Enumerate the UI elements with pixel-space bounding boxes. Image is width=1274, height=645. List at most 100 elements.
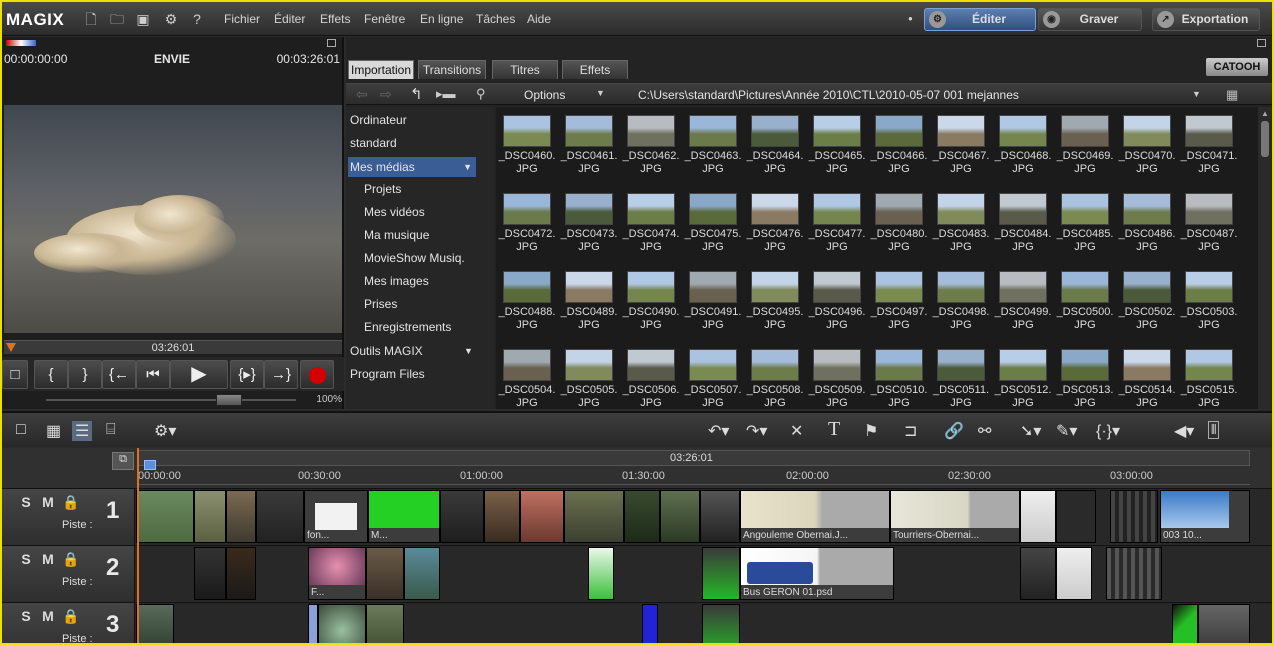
- timeline-clip[interactable]: [520, 490, 564, 543]
- media-thumbnail[interactable]: _DSC0484. JPG: [992, 185, 1054, 257]
- help-cursor-icon[interactable]: ?: [188, 10, 206, 28]
- menu-aide[interactable]: Aide: [527, 12, 551, 26]
- delete-icon[interactable]: ✕: [790, 421, 803, 441]
- timeline-clip[interactable]: Angouleme Obernai.J...: [740, 490, 890, 543]
- timeline-clip[interactable]: [136, 604, 174, 643]
- timeline-clip[interactable]: [1198, 604, 1250, 643]
- nav-prises[interactable]: Prises: [364, 294, 397, 314]
- menu-en-ligne[interactable]: En ligne: [420, 12, 463, 26]
- media-thumbnail[interactable]: _DSC0477. JPG: [806, 185, 868, 257]
- timeline-ruler[interactable]: ⧉ 03:26:01 00:00:00 00:30:00 01:00:00 01…: [2, 448, 1272, 488]
- mute-button[interactable]: M: [40, 608, 56, 624]
- export-mode-button[interactable]: ↗ Exportation: [1152, 8, 1260, 31]
- settings-gear-icon[interactable]: ⚙: [162, 10, 180, 28]
- timeline-clip[interactable]: [194, 490, 226, 543]
- timeline-clip[interactable]: [226, 490, 256, 543]
- monitor-mode-icon[interactable]: [6, 40, 36, 46]
- media-thumbnail[interactable]: _DSC0490. JPG: [620, 263, 682, 335]
- tab-titres[interactable]: Titres: [492, 60, 558, 79]
- lock-icon[interactable]: 🔒: [62, 608, 79, 624]
- single-view-icon[interactable]: □: [16, 421, 26, 439]
- media-thumbnail[interactable]: _DSC0487. JPG: [1178, 185, 1240, 257]
- undo-icon[interactable]: ↶▾: [708, 421, 729, 441]
- timeline-clip[interactable]: [318, 604, 366, 643]
- media-thumbnail[interactable]: _DSC0483. JPG: [930, 185, 992, 257]
- menu-editer[interactable]: Éditer: [274, 12, 305, 26]
- previous-button[interactable]: ⏮: [136, 360, 170, 389]
- new-file-icon[interactable]: 🗋: [82, 10, 100, 28]
- folder-nav-icon[interactable]: ▸▬: [436, 86, 456, 102]
- media-thumbnail[interactable]: _DSC0504. JPG: [496, 341, 558, 409]
- timeline-clip[interactable]: [226, 547, 256, 600]
- solo-button[interactable]: S: [18, 608, 34, 624]
- lock-icon[interactable]: 🔒: [62, 551, 79, 567]
- timeline-clip[interactable]: [194, 547, 226, 600]
- media-thumbnail[interactable]: _DSC0480. JPG: [868, 185, 930, 257]
- media-thumbnail[interactable]: _DSC0468. JPG: [992, 107, 1054, 179]
- media-thumbnail[interactable]: _DSC0470. JPG: [1116, 107, 1178, 179]
- timeline-clip[interactable]: Bus GERON 01.psd: [740, 547, 894, 600]
- nav-movieshow[interactable]: MovieShow Musiq.: [364, 248, 465, 268]
- timeline-clip[interactable]: [1020, 547, 1056, 600]
- media-thumbnail[interactable]: _DSC0513. JPG: [1054, 341, 1116, 409]
- timeline-clip[interactable]: [702, 547, 740, 600]
- media-thumbnail[interactable]: _DSC0467. JPG: [930, 107, 992, 179]
- path-chevron-icon[interactable]: ▼: [1192, 89, 1201, 99]
- maximize-icon[interactable]: [327, 39, 336, 47]
- burn-mode-button[interactable]: ◉ Graver: [1038, 8, 1142, 31]
- mute-button[interactable]: M: [40, 551, 56, 567]
- nav-mes-medias[interactable]: Mes médias ▼: [348, 157, 476, 177]
- media-thumbnail[interactable]: _DSC0491. JPG: [682, 263, 744, 335]
- nav-outils-magix[interactable]: Outils MAGIX ▼: [350, 341, 478, 361]
- reel-menu-icon[interactable]: ⚙▾: [154, 421, 176, 441]
- media-thumbnail[interactable]: _DSC0506. JPG: [620, 341, 682, 409]
- timeline-clip[interactable]: [1172, 604, 1198, 643]
- nav-ma-musique[interactable]: Ma musique: [364, 225, 429, 245]
- media-thumbnail[interactable]: _DSC0472. JPG: [496, 185, 558, 257]
- timeline-clip[interactable]: [1056, 490, 1096, 543]
- timeline-clip[interactable]: [1106, 547, 1162, 600]
- media-thumbnail[interactable]: _DSC0466. JPG: [868, 107, 930, 179]
- timeline-clip[interactable]: [1020, 490, 1056, 543]
- go-to-out-button[interactable]: →}: [264, 360, 298, 389]
- media-thumbnail[interactable]: _DSC0476. JPG: [744, 185, 806, 257]
- timeline-clip[interactable]: [660, 490, 700, 543]
- mark-in-button[interactable]: {: [34, 360, 68, 389]
- timeline-clip[interactable]: [366, 547, 404, 600]
- nav-projets[interactable]: Projets: [364, 179, 401, 199]
- media-thumbnail[interactable]: _DSC0475. JPG: [682, 185, 744, 257]
- media-thumbnail[interactable]: _DSC0461. JPG: [558, 107, 620, 179]
- media-thumbnail[interactable]: _DSC0473. JPG: [558, 185, 620, 257]
- zoom-slider[interactable]: [216, 394, 242, 406]
- volume-icon[interactable]: ◀▾: [1174, 421, 1194, 441]
- nav-enregistrements[interactable]: Enregistrements: [364, 317, 451, 337]
- timeline-clip[interactable]: [700, 490, 740, 543]
- timeline-clip[interactable]: [404, 547, 440, 600]
- open-folder-icon[interactable]: 🗀: [108, 10, 126, 28]
- media-thumbnail[interactable]: _DSC0497. JPG: [868, 263, 930, 335]
- dropdown-dot-icon[interactable]: ●: [908, 14, 913, 23]
- media-thumbnail[interactable]: _DSC0509. JPG: [806, 341, 868, 409]
- timeline-clip[interactable]: [1056, 547, 1092, 600]
- media-thumbnail[interactable]: _DSC0474. JPG: [620, 185, 682, 257]
- media-thumbnail[interactable]: _DSC0505. JPG: [558, 341, 620, 409]
- back-icon[interactable]: ⇦: [356, 86, 368, 103]
- media-thumbnail[interactable]: _DSC0512. JPG: [992, 341, 1054, 409]
- media-thumbnail[interactable]: _DSC0496. JPG: [806, 263, 868, 335]
- timeline-clip[interactable]: [136, 490, 194, 543]
- timeline-clip[interactable]: Tourriers-Obernai...: [890, 490, 1020, 543]
- options-chevron-icon[interactable]: ▼: [596, 88, 605, 98]
- edit-mode-button[interactable]: ⚙ Éditer: [924, 8, 1036, 31]
- timeline-clip[interactable]: [484, 490, 520, 543]
- timeline-clip[interactable]: [564, 490, 624, 543]
- split-icon[interactable]: ⊐: [904, 421, 917, 441]
- marker-flag-icon[interactable]: ⚑: [864, 421, 878, 441]
- overview-icon[interactable]: ⌸: [106, 421, 116, 439]
- media-thumbnail[interactable]: _DSC0510. JPG: [868, 341, 930, 409]
- play-button[interactable]: ▶: [170, 360, 228, 389]
- stop-button[interactable]: □: [2, 360, 28, 389]
- mixer-icon[interactable]: ⫴: [1208, 421, 1220, 439]
- media-thumbnail[interactable]: _DSC0511. JPG: [930, 341, 992, 409]
- menu-effets[interactable]: Effets: [320, 12, 350, 26]
- tab-effets[interactable]: Effets: [562, 60, 628, 79]
